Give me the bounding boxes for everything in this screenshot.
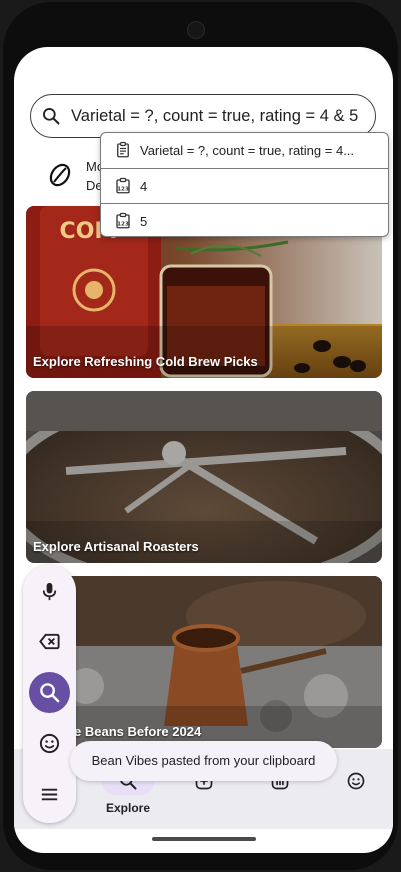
phone-frame: Varietal = ?, count = true, rating = 4 &…: [0, 0, 401, 872]
toast-message: Bean Vibes pasted from your clipboard: [91, 753, 316, 768]
floating-toolbar: [23, 565, 76, 823]
svg-text:123: 123: [117, 222, 129, 228]
card-caption: Explore Refreshing Cold Brew Picks: [33, 354, 258, 369]
backspace-icon: [39, 633, 60, 650]
microphone-button[interactable]: [29, 571, 70, 612]
suggestion-item[interactable]: Varietal = ?, count = true, rating = 4..…: [101, 133, 388, 167]
svg-text:123: 123: [117, 187, 129, 193]
microphone-icon: [42, 582, 57, 601]
tab-explore-label: Explore: [105, 801, 150, 815]
menu-button[interactable]: [29, 774, 70, 815]
hamburger-menu-icon: [41, 788, 58, 801]
suggestion-label: 5: [140, 214, 148, 229]
search-input[interactable]: Varietal = ?, count = true, rating = 4 &…: [71, 107, 358, 126]
front-camera: [187, 21, 205, 39]
card-roasters[interactable]: Explore Artisanal Roasters: [26, 391, 382, 563]
suggestion-label: Varietal = ?, count = true, rating = 4..…: [140, 143, 355, 158]
emoji-button[interactable]: [29, 723, 70, 764]
card-beans-before-2024[interactable]: e Beans Before 2024: [26, 576, 382, 748]
search-button[interactable]: [29, 672, 70, 713]
clipboard-toast: Bean Vibes pasted from your clipboard: [70, 741, 337, 781]
backspace-button[interactable]: [29, 621, 70, 662]
turkish-coffee-image: [26, 576, 382, 748]
card-caption: Explore Artisanal Roasters: [33, 539, 199, 554]
search-icon: [40, 683, 60, 703]
home-indicator[interactable]: [152, 837, 256, 841]
smiley-icon: [347, 772, 365, 790]
card-caption: e Beans Before 2024: [74, 724, 202, 739]
search-icon: [43, 108, 60, 125]
clipboard-suggestions: Varietal = ?, count = true, rating = 4..…: [100, 132, 389, 237]
suggestion-item[interactable]: 123 4: [101, 168, 388, 202]
clipboard-number-icon: 123: [116, 177, 130, 194]
roaster-image: [26, 391, 382, 563]
clipboard-icon: [117, 141, 129, 158]
coffee-bean-icon: [49, 163, 71, 187]
smiley-icon: [39, 733, 60, 754]
suggestion-item[interactable]: 123 5: [101, 203, 388, 237]
app-screen: Varietal = ?, count = true, rating = 4 &…: [14, 47, 393, 853]
suggestion-label: 4: [140, 179, 148, 194]
clipboard-number-icon: 123: [116, 212, 130, 229]
